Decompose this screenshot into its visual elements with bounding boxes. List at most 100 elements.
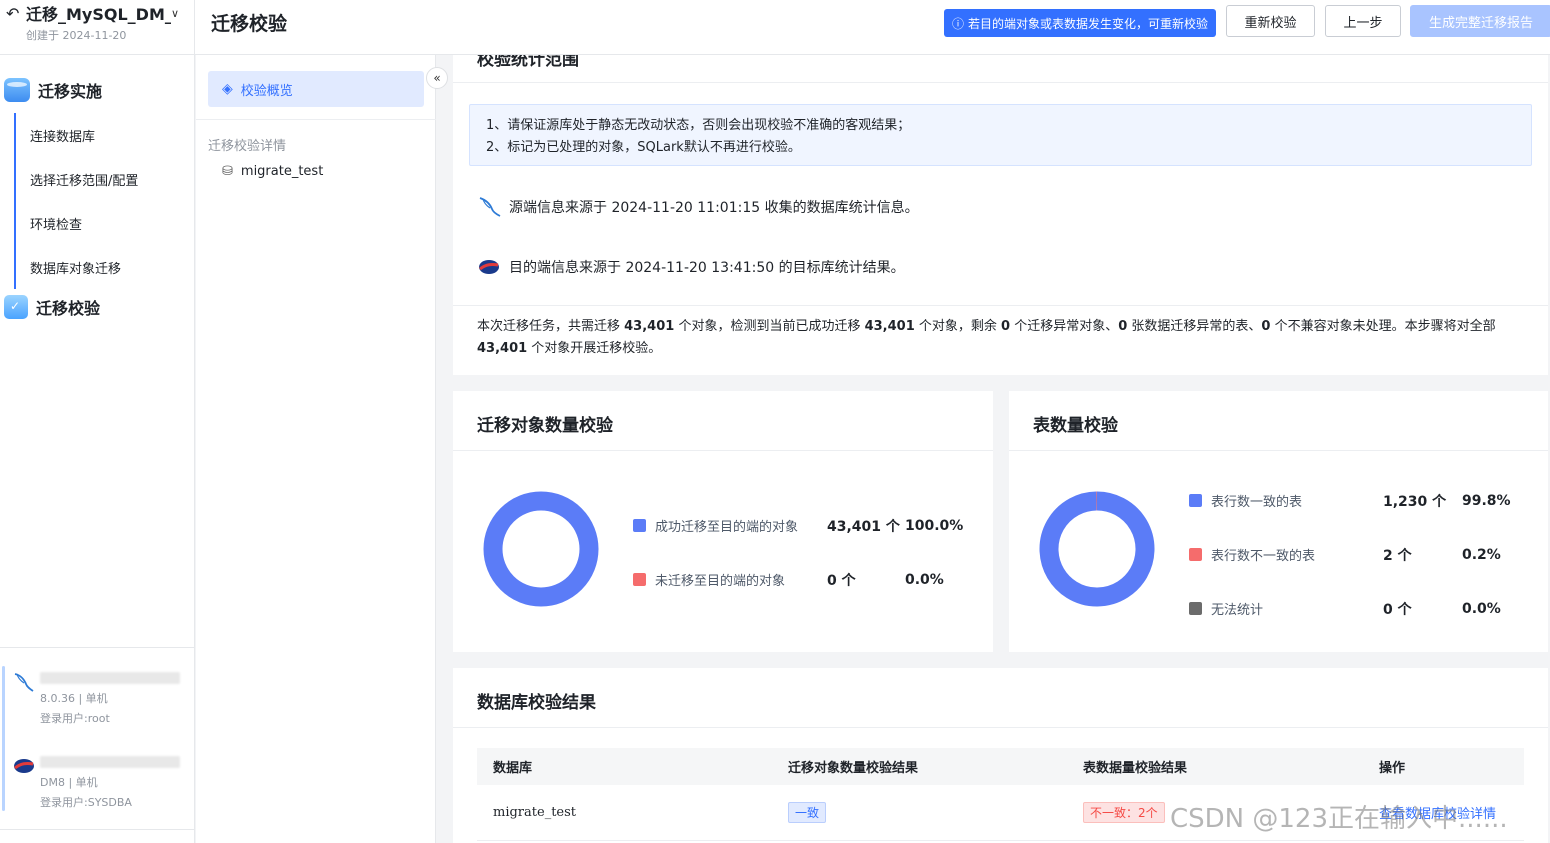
table-legend-consistent: 表行数一致的表 1,230 个 99.8% bbox=[1189, 491, 1511, 510]
legend-swatch bbox=[1189, 494, 1202, 507]
summary-text: 张数据迁移异常的表、 bbox=[1127, 319, 1262, 334]
substep-object-migration[interactable]: 数据库对象迁移 bbox=[16, 245, 184, 289]
step-verify[interactable]: 迁移校验 bbox=[4, 295, 100, 319]
migration-summary: 本次迁移任务，共需迁移 43,401 个对象，检测到当前已成功迁移 43,401… bbox=[477, 316, 1527, 360]
row-db-name: migrate_test bbox=[493, 805, 577, 820]
target-name-redacted bbox=[40, 756, 180, 768]
object-legend-missing: 未迁移至目的端的对象 0 个 0.0% bbox=[633, 570, 944, 589]
scope-card: 校验统计范围 1、请保证源库处于静态无改动状态，否则会出现校验不准确的客观结果；… bbox=[453, 55, 1548, 375]
target-user: 登录用户:SYSDBA bbox=[40, 796, 132, 809]
substep-connect-db[interactable]: 连接数据库 bbox=[16, 113, 184, 157]
back-arrow-icon[interactable]: ↶ bbox=[6, 4, 26, 23]
object-donut-chart bbox=[483, 491, 599, 607]
collapse-panel-icon[interactable]: « bbox=[426, 67, 448, 89]
left-sidebar: ↶ 迁移_MySQL_DM_... ∨ 创建于 2024-11-20 迁移实施 … bbox=[0, 0, 195, 843]
legend-percent: 100.0% bbox=[905, 517, 964, 534]
recheck-notice-text: 若目的端对象或表数据发生变化，可重新校验 bbox=[968, 16, 1209, 31]
scope-divider bbox=[453, 82, 1548, 83]
view-db-details-link[interactable]: 查看数据库校验详情 bbox=[1379, 807, 1496, 822]
connection-bar bbox=[2, 666, 5, 811]
table-donut-chart bbox=[1039, 491, 1155, 607]
summary-total: 43,401 bbox=[624, 319, 675, 334]
summary-text: 个对象，检测到当前已成功迁移 bbox=[674, 319, 865, 334]
summary-text: 个对象，剩余 bbox=[914, 319, 1002, 334]
table-check-title: 表数量校验 bbox=[1033, 416, 1118, 436]
verify-check-icon bbox=[4, 295, 28, 319]
column-header-object-result: 迁移对象数量校验结果 bbox=[788, 761, 919, 776]
legend-label: 表行数一致的表 bbox=[1211, 495, 1303, 510]
main-content: 校验统计范围 1、请保证源库处于静态无改动状态，否则会出现校验不准确的客观结果；… bbox=[437, 55, 1550, 843]
project-created-date: 创建于 2024-11-20 bbox=[26, 29, 127, 42]
column-header-table-result: 表数据量校验结果 bbox=[1083, 761, 1188, 776]
summary-text: 个不兼容对象未处理。本步骤将对全部 bbox=[1270, 319, 1496, 334]
summary-success: 43,401 bbox=[864, 319, 915, 334]
source-name-redacted bbox=[40, 672, 180, 684]
legend-percent: 99.8% bbox=[1462, 492, 1511, 509]
legend-label: 成功迁移至目的端的对象 bbox=[655, 520, 799, 535]
object-legend-success: 成功迁移至目的端的对象 43,401 个 100.0% bbox=[633, 516, 963, 535]
object-slice-0 bbox=[483, 491, 599, 607]
step-verify-label: 迁移校验 bbox=[36, 299, 101, 318]
legend-label: 表行数不一致的表 bbox=[1211, 549, 1316, 564]
target-version: DM8 | 单机 bbox=[40, 776, 98, 789]
substep-select-scope[interactable]: 选择迁移范围/配置 bbox=[16, 157, 184, 201]
connection-panel: 8.0.36 | 单机 登录用户:root DM8 | 单机 登录用户:SYSD… bbox=[0, 647, 195, 830]
table-header: 数据库 迁移对象数量校验结果 表数据量校验结果 操作 bbox=[477, 748, 1524, 785]
legend-swatch bbox=[1189, 602, 1202, 615]
object-check-card: 迁移对象数量校验 成功迁移至目的端的对象 43,401 个 100.0% 未迁移… bbox=[453, 391, 993, 652]
nav-db-label: migrate_test bbox=[240, 164, 324, 179]
legend-swatch bbox=[1189, 548, 1202, 561]
nav-divider bbox=[196, 119, 436, 120]
legend-label: 未迁移至目的端的对象 bbox=[655, 574, 786, 589]
column-header-action: 操作 bbox=[1379, 761, 1406, 776]
verify-nav-panel: ◈ 校验概览 迁移校验详情 ⛁ migrate_test bbox=[196, 55, 436, 843]
legend-label: 无法统计 bbox=[1211, 603, 1264, 618]
layers-icon: ◈ bbox=[222, 81, 233, 97]
table-check-divider bbox=[1009, 450, 1548, 451]
legend-count: 2 个 bbox=[1383, 547, 1412, 564]
status-badge-consistent: 一致 bbox=[788, 802, 827, 823]
scope-tip-1: 1、请保证源库处于静态无改动状态，否则会出现校验不准确的客观结果； bbox=[486, 118, 911, 133]
previous-step-button[interactable]: 上一步 bbox=[1325, 5, 1401, 37]
table-check-card: 表数量校验 表行数一致的表 1,230 个 99.8% 表行数不一致的表 2 个… bbox=[1009, 391, 1548, 652]
target-info-text: 目的端信息来源于 2024-11-20 13:41:50 的目标库统计结果。 bbox=[509, 260, 905, 276]
source-version: 8.0.36 | 单机 bbox=[40, 692, 108, 705]
summary-text: 个对象开展迁移校验。 bbox=[527, 341, 662, 356]
legend-percent: 0.0% bbox=[905, 571, 944, 588]
summary-error-objects: 0 bbox=[1001, 319, 1011, 334]
object-check-divider bbox=[453, 450, 993, 451]
legend-count: 0 个 bbox=[827, 572, 856, 589]
summary-text: 个迁移异常对象、 bbox=[1010, 319, 1119, 334]
legend-swatch bbox=[633, 573, 646, 586]
mysql-dolphin-icon bbox=[479, 197, 501, 217]
legend-swatch bbox=[633, 519, 646, 532]
column-header-db: 数据库 bbox=[493, 761, 533, 776]
generate-report-button[interactable]: 生成完整迁移报告 bbox=[1410, 5, 1550, 37]
nav-overview[interactable]: ◈ 校验概览 bbox=[208, 71, 424, 107]
database-icon: ⛁ bbox=[222, 164, 233, 179]
table-slice-0 bbox=[1039, 491, 1155, 607]
recheck-button[interactable]: 重新校验 bbox=[1226, 5, 1315, 37]
database-stack-icon bbox=[4, 78, 30, 102]
top-header: 迁移校验 ⓘ 若目的端对象或表数据发生变化，可重新校验 重新校验 上一步 生成完… bbox=[195, 0, 1550, 55]
legend-percent: 0.0% bbox=[1462, 600, 1501, 617]
step-implement[interactable]: 迁移实施 bbox=[4, 78, 102, 102]
nav-db-item[interactable]: ⛁ migrate_test bbox=[222, 164, 323, 179]
mysql-dolphin-icon bbox=[14, 673, 34, 692]
summary-verify-total: 43,401 bbox=[477, 341, 528, 356]
substep-env-check[interactable]: 环境检查 bbox=[16, 201, 184, 245]
legend-count: 0 个 bbox=[1383, 601, 1412, 618]
object-check-title: 迁移对象数量校验 bbox=[477, 416, 613, 436]
status-badge-inconsistent: 不一致：2个 bbox=[1083, 802, 1165, 823]
result-title: 数据库校验结果 bbox=[477, 693, 596, 713]
chevron-down-icon[interactable]: ∨ bbox=[171, 7, 187, 20]
summary-error-tables: 0 bbox=[1118, 319, 1128, 334]
legend-count: 43,401 个 bbox=[827, 518, 900, 535]
project-title[interactable]: 迁移_MySQL_DM_... bbox=[26, 1, 171, 25]
page-title: 迁移校验 bbox=[211, 13, 288, 35]
scope-tips: 1、请保证源库处于静态无改动状态，否则会出现校验不准确的客观结果； 2、标记为已… bbox=[469, 104, 1532, 166]
table-row: migrate_test 一致 不一致：2个 查看数据库校验详情 bbox=[477, 785, 1524, 841]
dm-database-icon bbox=[479, 260, 499, 274]
table-legend-unknown: 无法统计 0 个 0.0% bbox=[1189, 599, 1501, 618]
project-header: ↶ 迁移_MySQL_DM_... ∨ 创建于 2024-11-20 bbox=[0, 0, 194, 55]
